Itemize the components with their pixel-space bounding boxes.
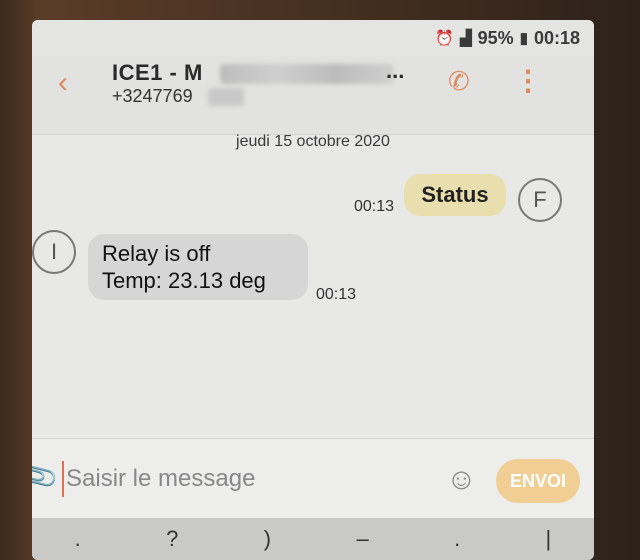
message-time: 00:13 <box>354 198 395 215</box>
battery-level: 95% <box>477 27 514 48</box>
sender-avatar[interactable]: F <box>518 178 562 222</box>
clock: 00:18 <box>533 27 580 48</box>
contact-avatar[interactable]: I <box>32 230 76 274</box>
message-time: 00:13 <box>316 286 357 303</box>
conversation-header: ‹ ICE1 - M ... +3247769 ✆ ⋮ <box>32 56 594 135</box>
phone-icon[interactable]: ✆ <box>448 66 470 97</box>
keyboard-peek: . ? ) – . | <box>32 518 594 560</box>
send-button[interactable]: ENVOI <box>496 459 580 503</box>
emoji-icon[interactable]: ☺ <box>446 463 477 497</box>
keyboard-key[interactable]: ? <box>166 526 178 552</box>
keyboard-key[interactable]: . <box>75 526 81 552</box>
keyboard-key[interactable]: ) <box>264 526 271 552</box>
message-composer: 📎 ☺ ENVOI <box>32 438 594 519</box>
attach-icon[interactable]: 📎 <box>32 451 62 501</box>
date-separator: jeudi 15 octobre 2020 <box>236 133 390 150</box>
message-line: Relay is off <box>102 241 211 266</box>
contact-name[interactable]: ICE1 - M <box>112 60 203 86</box>
contact-number: +3247769 <box>112 86 193 106</box>
back-arrow-icon[interactable]: ‹ <box>58 66 68 100</box>
keyboard-key[interactable]: . <box>454 526 460 552</box>
name-ellipsis: ... <box>386 58 405 83</box>
incoming-message-bubble[interactable]: Relay is off Temp: 23.13 deg <box>88 234 308 300</box>
status-bar: ⏰ ▟ 95% ▮ 00:18 <box>32 20 594 56</box>
alarm-icon: ⏰ <box>435 30 455 47</box>
message-line: Temp: 23.13 deg <box>102 268 266 293</box>
keyboard-key[interactable]: – <box>356 526 368 552</box>
message-input[interactable] <box>62 461 442 497</box>
more-vert-icon[interactable]: ⋮ <box>514 64 542 97</box>
signal-icon: ▟ <box>460 30 472 47</box>
outgoing-message-bubble[interactable]: Status <box>404 174 506 216</box>
battery-icon: ▮ <box>519 30 528 47</box>
messaging-screen: ⏰ ▟ 95% ▮ 00:18 ‹ ICE1 - M ... +3247769 … <box>32 20 594 560</box>
redacted-number <box>208 88 244 106</box>
message-text: Status <box>421 182 489 207</box>
keyboard-key[interactable]: | <box>546 526 552 552</box>
redacted-name <box>220 64 394 84</box>
